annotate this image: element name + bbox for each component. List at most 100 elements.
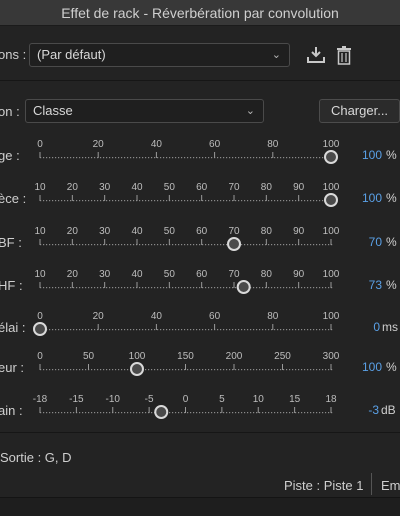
track-dot: [160, 287, 162, 289]
track-dot: [247, 412, 249, 414]
slider-track[interactable]: 0 20 40 60 80 100: [0, 135, 345, 175]
track-dot: [130, 287, 132, 289]
track-dot: [271, 200, 273, 202]
track-dot: [94, 200, 96, 202]
track-dot: [55, 200, 57, 202]
track-dot: [172, 157, 174, 159]
track-dot: [208, 329, 210, 331]
track-dot: [181, 369, 183, 371]
track-dot: [232, 329, 234, 331]
tick-label: 15: [289, 394, 301, 405]
track-dot: [136, 157, 138, 159]
track-dot: [46, 200, 48, 202]
slider-thumb[interactable]: [227, 237, 242, 251]
track-dot: [127, 369, 129, 371]
track-dot: [130, 244, 132, 246]
slider-track[interactable]: 0 50 100 150 200 250 300: [0, 347, 345, 387]
track-dot: [52, 157, 54, 159]
track-dot: [52, 369, 54, 371]
track-dot: [103, 329, 105, 331]
slider-unit: dB: [381, 403, 396, 417]
track-dot: [76, 329, 78, 331]
track-dot: [148, 200, 150, 202]
slider-track[interactable]: 10 20 30 40 50 60 70 80 90 100: [0, 222, 345, 262]
track-dot: [280, 412, 282, 414]
tick-label: 90: [293, 182, 305, 193]
slider-value[interactable]: 100: [332, 148, 382, 162]
tick-label: -15: [69, 394, 84, 405]
track-dot: [94, 412, 96, 414]
track-dot: [289, 287, 291, 289]
track-dot: [148, 369, 150, 371]
track-dot: [94, 369, 96, 371]
track-dot: [124, 244, 126, 246]
impulse-dropdown[interactable]: Classe ⌄: [25, 99, 264, 123]
track-dot: [256, 157, 258, 159]
slider-thumb[interactable]: [33, 322, 47, 336]
tick-label: 60: [196, 226, 208, 237]
track-dot: [118, 287, 120, 289]
track-dot: [226, 157, 228, 159]
track-dot: [247, 157, 249, 159]
track-dot: [259, 369, 261, 371]
track-dot: [283, 244, 285, 246]
slider-track[interactable]: 10 20 30 40 50 60 70 80 90 100: [0, 178, 345, 218]
slider-thumb[interactable]: [129, 362, 144, 376]
track-dot: [52, 412, 54, 414]
track-dot: [145, 329, 147, 331]
slider-value[interactable]: -3: [332, 403, 379, 417]
track-dot: [172, 369, 174, 371]
tick-label: 90: [293, 226, 305, 237]
slider-value[interactable]: 0: [332, 320, 380, 334]
track-dot: [199, 412, 201, 414]
slider-value[interactable]: 100: [332, 191, 382, 205]
track-dot: [286, 244, 288, 246]
track-dot: [199, 200, 201, 202]
track-dot: [205, 200, 207, 202]
slider-thumb[interactable]: [236, 280, 251, 294]
delete-preset-button[interactable]: [334, 44, 354, 66]
track-dot: [67, 157, 69, 159]
track-dot: [268, 244, 270, 246]
slider-thumb[interactable]: [154, 405, 169, 419]
slider-value[interactable]: 70: [332, 235, 382, 249]
slider-track[interactable]: 10 20 30 40 50 60 70 80 90 100: [0, 265, 345, 305]
track-dot: [274, 157, 276, 159]
track-dot: [49, 329, 51, 331]
window-title-bar: Effet de rack - Réverbération par convol…: [0, 0, 400, 26]
track-dot: [97, 369, 99, 371]
track-dot: [217, 200, 219, 202]
chevron-down-icon: ⌄: [271, 49, 281, 61]
track-dot: [106, 329, 108, 331]
track-dot: [220, 157, 222, 159]
tick-label: 60: [196, 269, 208, 280]
load-button[interactable]: Charger...: [319, 99, 400, 123]
track-dot: [229, 200, 231, 202]
track-dot: [121, 329, 123, 331]
tick-label: 20: [93, 139, 105, 150]
tick-label: 10: [34, 182, 46, 193]
track-dot: [262, 287, 264, 289]
track-dot: [193, 329, 195, 331]
track-dot: [271, 157, 273, 159]
slider-value[interactable]: 100: [332, 360, 382, 374]
tick-label: 20: [67, 269, 79, 280]
track-dot: [217, 244, 219, 246]
slider-track[interactable]: -18 -15 -10 -5 0 5 10 15 18: [0, 390, 345, 430]
track-dot: [52, 287, 54, 289]
track-dot: [316, 244, 318, 246]
track-dot: [244, 200, 246, 202]
track-dot: [157, 329, 159, 331]
track-dot: [250, 369, 252, 371]
slider-track[interactable]: 0 20 40 60 80 100: [0, 307, 345, 347]
track-dot: [148, 287, 150, 289]
tick-label: 80: [261, 226, 273, 237]
track-dot: [55, 369, 57, 371]
presets-dropdown[interactable]: (Par défaut) ⌄: [29, 43, 290, 67]
track-dot: [52, 244, 54, 246]
save-preset-button[interactable]: [305, 45, 327, 65]
track-dot: [151, 369, 153, 371]
track-dot: [247, 369, 249, 371]
track-dot: [73, 329, 75, 331]
slider-value[interactable]: 73: [332, 278, 382, 292]
